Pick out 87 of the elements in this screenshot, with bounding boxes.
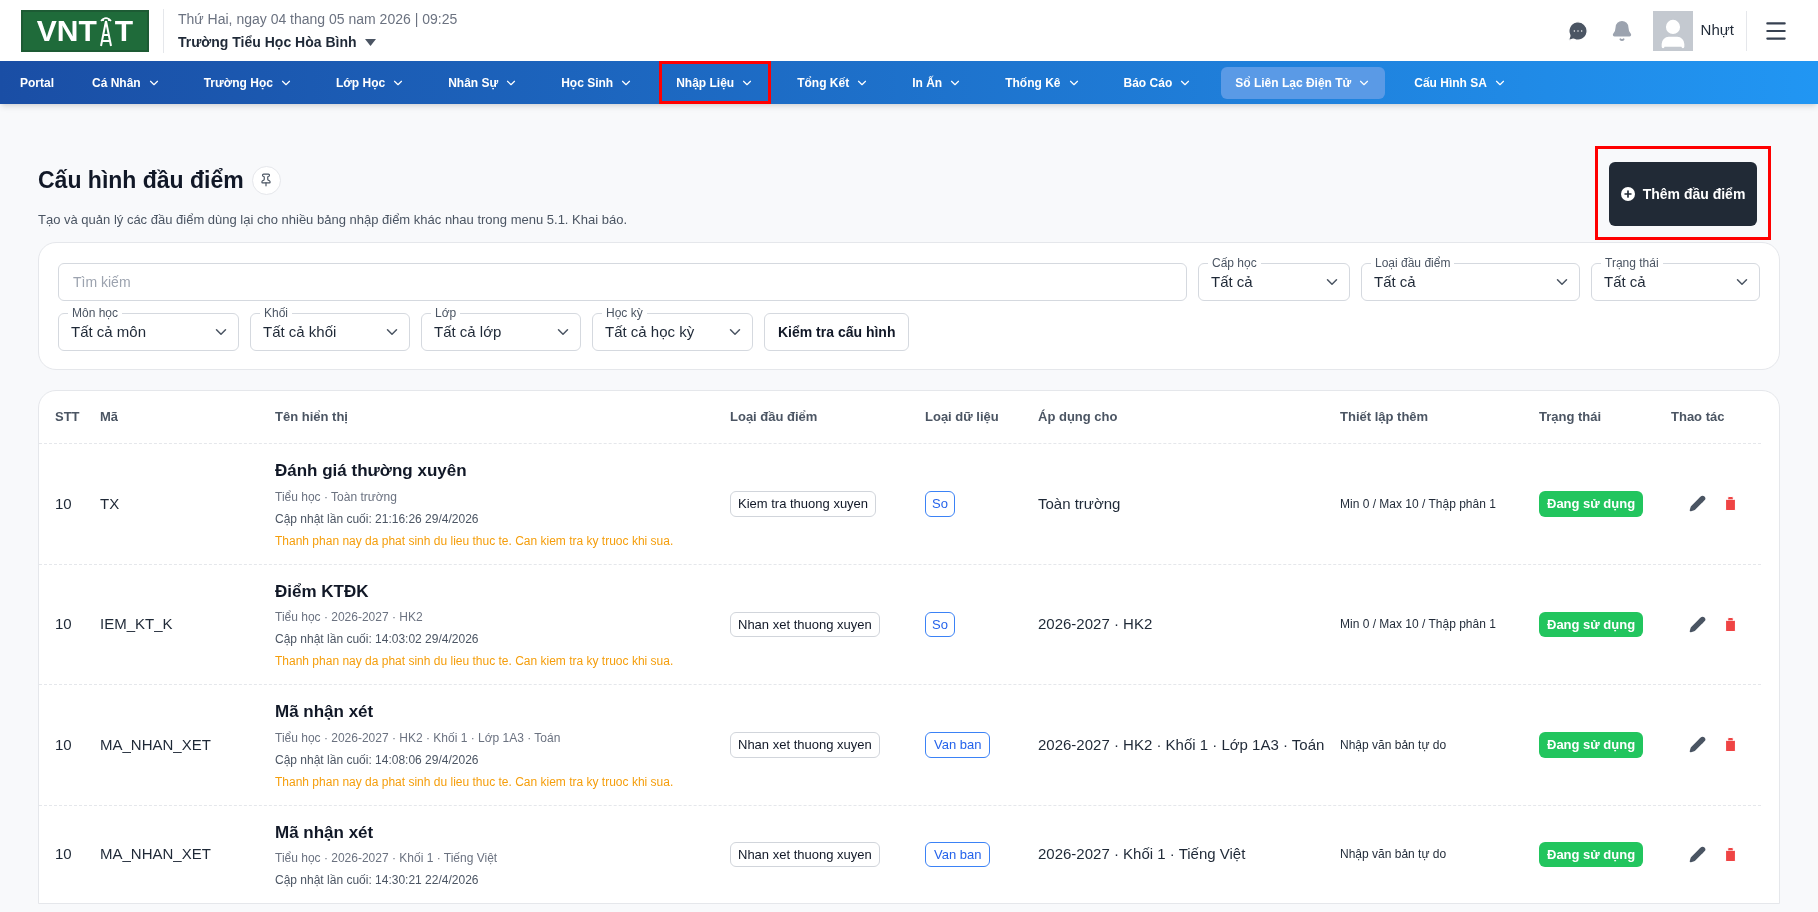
table-cell-text: 10: [54, 614, 72, 634]
nav-menu-item[interactable]: In Ấn: [895, 61, 980, 104]
edit-button[interactable]: [1689, 495, 1706, 513]
nav-menu-item[interactable]: Portal: [8, 61, 66, 104]
item-title: Điểm KTĐK: [275, 580, 369, 603]
table-cell-text: MA_NHAN_XET: [100, 734, 211, 755]
column-header: Thao tác: [1671, 408, 1725, 427]
nav-menu-item[interactable]: Lớp Học: [318, 61, 423, 104]
delete-button[interactable]: [1722, 736, 1739, 754]
delete-button[interactable]: [1722, 495, 1739, 513]
item-title: Mã nhận xét: [275, 701, 374, 723]
table-cell-text: Nhập văn bản tự do: [1340, 846, 1447, 864]
updated-text: Cập nhật lần cuối: 14:03:02 29/4/2026: [275, 631, 479, 648]
updated-text: Cập nhật lần cuối: 14:08:06 29/4/2026: [275, 751, 479, 769]
nav-menu-item[interactable]: Cấu Hình SA: [1397, 61, 1524, 104]
column-header: Loại đầu điểm: [730, 408, 818, 427]
nav-menu-item[interactable]: Học Sinh: [544, 61, 651, 104]
page-title: Cấu hình đầu điểm: [38, 166, 244, 195]
score-type-tag: Nhan xet thuong xuyen: [730, 611, 880, 637]
nav-menu-item[interactable]: Tổng Kết: [780, 61, 887, 104]
chat-icon[interactable]: [1566, 19, 1589, 42]
table-cell-text: MA_NHAN_XET: [100, 844, 211, 864]
column-header: Loại dữ liệu: [925, 408, 999, 427]
nav-menu-item[interactable]: Thống Kê: [988, 61, 1098, 104]
scope-text: Tiểu học · 2026-2027 · Khối 1 · Tiếng Việt: [275, 850, 498, 867]
column-header: Áp dụng cho: [1038, 408, 1118, 427]
pin-button[interactable]: [251, 165, 281, 195]
data-type-tag: So: [925, 611, 955, 637]
table-cell-text: 2026-2027 · Khối 1 · Tiếng Việt: [1038, 844, 1246, 864]
column-header: Thiết lập thêm: [1340, 408, 1429, 427]
scope-text: Tiểu học · 2026-2027 · HK2 · Khối 1 · Lớp 1A3 · Toán: [275, 729, 561, 747]
updated-text: Cập nhật lần cuối: 14:30:21 22/4/2026: [275, 872, 479, 889]
scope-text: Tiểu học · Toàn trường: [275, 488, 397, 506]
data-type-tag: So: [925, 491, 955, 517]
delete-button[interactable]: [1722, 615, 1739, 633]
edit-button[interactable]: [1689, 615, 1706, 633]
status-tag: Đang sử dụng: [1539, 491, 1644, 517]
edit-button[interactable]: [1689, 845, 1706, 863]
nav-menu-item[interactable]: Nhập Liệu: [659, 61, 772, 104]
status-tag: Đang sử dụng: [1539, 611, 1644, 637]
table-cell-text: Toàn trường: [1038, 493, 1121, 514]
column-header: Tên hiển thị: [275, 408, 348, 427]
page-description: Tạo và quản lý các đầu điểm dùng lại cho nhiều bảng nhập điểm khác nhau trong menu 5.1. Khai báo.: [38, 210, 628, 229]
score-type-tag: Nhan xet thuong xuyen: [730, 841, 880, 867]
bell-icon[interactable]: [1610, 19, 1633, 42]
data-type-tag: Van ban: [925, 732, 991, 758]
caret-down-icon: [364, 38, 376, 46]
score-type-tag: Kiem tra thuong xuyen: [730, 491, 877, 517]
logo[interactable]: VNT T: [21, 9, 149, 52]
table-cell-text: 2026-2027 · HK2: [1038, 614, 1153, 634]
table-cell-text: 10: [54, 734, 72, 755]
nav-menu-item[interactable]: Trường Học: [186, 61, 310, 104]
delete-button[interactable]: [1722, 845, 1739, 863]
data-type-tag: Van ban: [925, 841, 991, 867]
warning-text: Thanh phan nay da phat sinh du lieu thuc te. Can kiem tra ky truoc khi sua.: [275, 532, 674, 550]
table-cell-text: TX: [100, 493, 120, 514]
add-button[interactable]: Thêm đầu điểm: [1609, 162, 1757, 226]
table-cell-text: Min 0 / Max 10 / Thập phân 1: [1340, 495, 1496, 513]
column-header: STT: [55, 408, 80, 427]
user-name[interactable]: Nhựt: [1700, 19, 1734, 42]
table-cell-text: 10: [54, 493, 72, 514]
warning-text: Thanh phan nay da phat sinh du lieu thuc te. Can kiem tra ky truoc khi sua.: [275, 653, 674, 670]
antenna-icon: [97, 14, 114, 47]
table-cell-text: Nhập văn bản tự do: [1340, 736, 1447, 754]
scope-text: Tiểu học · 2026-2027 · HK2: [275, 609, 423, 626]
table-cell-text: 10: [54, 844, 72, 864]
table-cell-text: IEM_KT_K: [100, 614, 173, 634]
item-title: Đánh giá thường xuyên: [275, 460, 467, 482]
nav-menu-item[interactable]: Nhân Sự: [431, 61, 536, 104]
search-field[interactable]: Tìm kiếm: [58, 263, 1187, 301]
updated-text: Cập nhật lần cuối: 21:16:26 29/4/2026: [275, 510, 479, 528]
column-header: Trạng thái: [1539, 408, 1602, 427]
status-tag: Đang sử dụng: [1539, 732, 1644, 758]
check-config-button[interactable]: Kiểm tra cấu hình: [764, 313, 910, 351]
status-tag: Đang sử dụng: [1539, 841, 1644, 867]
date-text: Thứ Hai, ngay 04 thang 05 nam 2026 | 09:25: [178, 9, 458, 29]
nav-menu-item[interactable]: Cá Nhân: [75, 61, 178, 104]
item-title: Mã nhận xét: [275, 821, 374, 844]
school-selector[interactable]: Trường Tiểu Học Hòa Bình: [178, 31, 458, 53]
nav-menu-item[interactable]: Báo Cáo: [1106, 61, 1210, 104]
warning-text: Thanh phan nay da phat sinh du lieu thuc te. Can kiem tra ky truoc khi sua.: [275, 773, 674, 791]
table-cell-text: Min 0 / Max 10 / Thập phân 1: [1340, 616, 1496, 634]
table-cell-text: 2026-2027 · HK2 · Khối 1 · Lớp 1A3 · Toán: [1038, 734, 1325, 755]
pin-icon: [259, 173, 274, 188]
edit-button[interactable]: [1689, 736, 1706, 754]
score-type-tag: Nhan xet thuong xuyen: [730, 732, 880, 758]
column-header: Mã: [100, 408, 119, 427]
